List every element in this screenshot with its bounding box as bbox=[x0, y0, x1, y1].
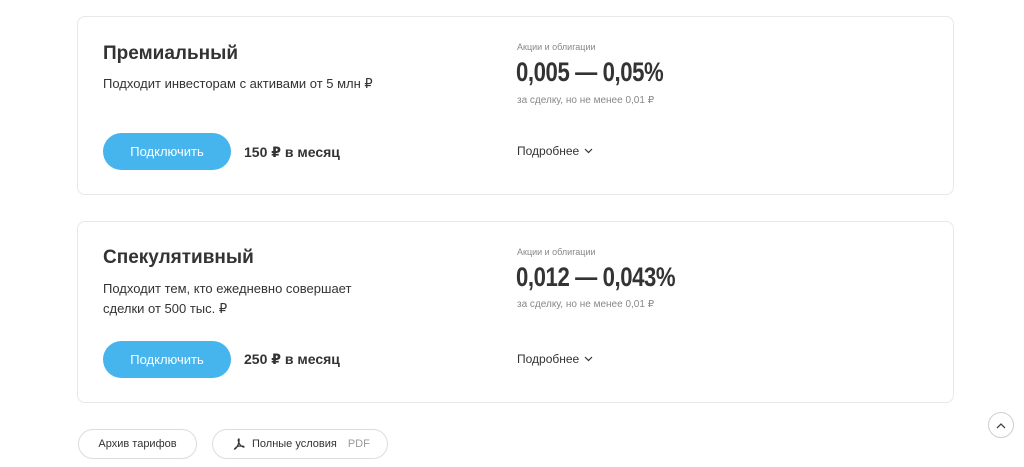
terms-label: Полные условия bbox=[252, 438, 337, 450]
details-label: Подробнее bbox=[517, 352, 580, 366]
plan-title: Спекулятивный bbox=[103, 247, 254, 268]
fee-note: за сделку, но не менее 0,01 ₽ bbox=[517, 95, 655, 106]
plan-title: Премиальный bbox=[103, 43, 239, 64]
details-label: Подробнее bbox=[517, 144, 580, 158]
terms-format-label: PDF bbox=[347, 438, 370, 450]
fee-value: 0,012 — 0,043% bbox=[516, 262, 676, 292]
connect-button[interactable]: Подключить bbox=[103, 133, 231, 170]
details-link[interactable]: Подробнее bbox=[517, 352, 593, 366]
fee-category-label: Акции и облигации bbox=[517, 247, 596, 257]
scroll-to-top-button[interactable] bbox=[988, 412, 1014, 438]
tariff-card-speculative: Спекулятивный Подходит тем, кто ежедневн… bbox=[77, 221, 954, 403]
arrow-up-icon bbox=[996, 422, 1006, 428]
tariff-card-premium: Премиальный Подходит инвесторам с актива… bbox=[77, 16, 954, 195]
chevron-down-icon bbox=[584, 356, 593, 362]
chevron-down-icon bbox=[584, 148, 593, 154]
connect-button[interactable]: Подключить bbox=[103, 341, 231, 378]
full-terms-button[interactable]: Полные условия PDF bbox=[212, 429, 388, 459]
plan-description: Подходит тем, кто ежедневно совершает сд… bbox=[103, 279, 403, 319]
archive-tariffs-button[interactable]: Архив тарифов bbox=[78, 429, 197, 459]
fee-note: за сделку, но не менее 0,01 ₽ bbox=[517, 299, 655, 310]
details-link[interactable]: Подробнее bbox=[517, 144, 593, 158]
plan-description: Подходит инвесторам с активами от 5 млн … bbox=[103, 76, 373, 91]
archive-label: Архив тарифов bbox=[98, 438, 177, 450]
fee-category-label: Акции и облигации bbox=[517, 42, 596, 52]
plan-price: 250 ₽ в месяц bbox=[244, 351, 340, 367]
plan-description-line: сделки от 500 тыс. ₽ bbox=[103, 301, 228, 316]
plan-description-line: Подходит тем, кто ежедневно совершает bbox=[103, 281, 352, 296]
fee-value: 0,005 — 0,05% bbox=[516, 57, 664, 87]
plan-price: 150 ₽ в месяц bbox=[244, 144, 340, 160]
pdf-icon bbox=[233, 438, 245, 450]
